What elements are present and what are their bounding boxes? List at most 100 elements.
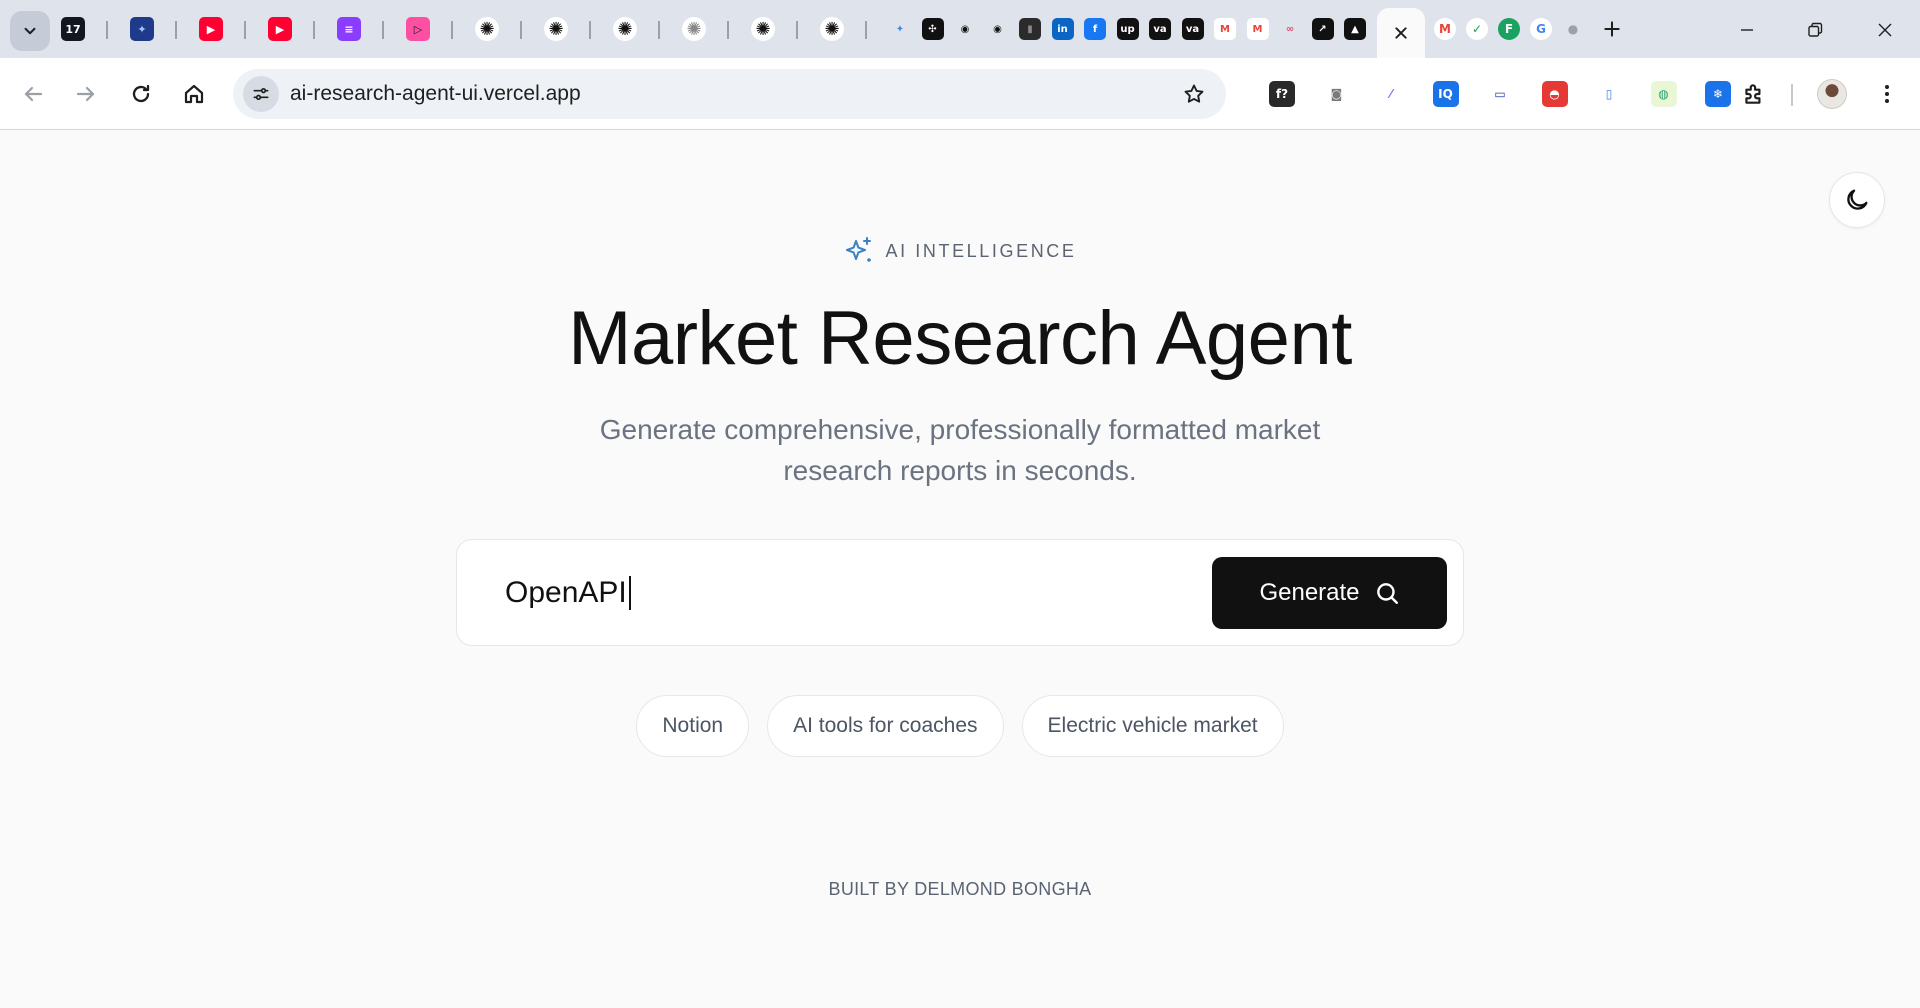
openai-icon: ✺: [751, 17, 775, 41]
pinned-tab[interactable]: M: [1242, 12, 1274, 46]
tune-icon: [253, 88, 269, 101]
pinned-tab[interactable]: ✦: [884, 12, 916, 46]
github-icon: ◉: [986, 18, 1009, 40]
site-info-button[interactable]: [243, 76, 279, 112]
new-tab-button[interactable]: [1597, 14, 1627, 44]
browser-tab[interactable]: ●: [1557, 12, 1589, 46]
browser-menu-button[interactable]: [1871, 78, 1903, 110]
close-icon[interactable]: [1393, 25, 1409, 41]
home-button[interactable]: [174, 74, 214, 114]
extension-button[interactable]: ◓: [1539, 78, 1571, 110]
openai-icon: ✺: [544, 17, 568, 41]
blue-app-icon: ✦: [130, 17, 154, 41]
extension-button[interactable]: IQ: [1430, 78, 1462, 110]
generate-button[interactable]: Generate: [1212, 557, 1447, 629]
browser-tab[interactable]: ✺: [746, 12, 780, 46]
profile-button[interactable]: [1816, 78, 1848, 110]
extensions-menu-button[interactable]: [1738, 78, 1770, 110]
browser-tab[interactable]: ✺: [470, 12, 504, 46]
pinned-tab[interactable]: va: [1144, 12, 1176, 46]
page-content: AI INTELLIGENCE Market Research Agent Ge…: [0, 131, 1920, 1008]
pinned-tab[interactable]: up: [1112, 12, 1144, 46]
pinned-tab[interactable]: ◉: [982, 12, 1014, 46]
vercel-icon: ▲: [1344, 18, 1366, 40]
forward-button[interactable]: [66, 74, 106, 114]
pinned-tab[interactable]: in: [1047, 12, 1079, 46]
phone-extension-icon: ▯: [1596, 81, 1622, 107]
pinned-tab[interactable]: ◉: [949, 12, 981, 46]
pinned-tab[interactable]: f: [1079, 12, 1111, 46]
bookmark-button[interactable]: [1180, 80, 1208, 108]
tab-separator: [106, 21, 108, 39]
tab-separator: [244, 21, 246, 39]
openai-icon: ✺: [820, 17, 844, 41]
upwork-icon: up: [1116, 18, 1139, 40]
va-icon: va: [1149, 18, 1171, 40]
openai-icon: ✺: [613, 17, 637, 41]
chevron-down-icon: [24, 27, 36, 35]
suggestion-chip[interactable]: Notion: [636, 695, 750, 757]
suggestion-chip[interactable]: AI tools for coaches: [767, 695, 1004, 757]
pinned-tab[interactable]: M: [1209, 12, 1241, 46]
browser-tab[interactable]: ✺: [539, 12, 573, 46]
extension-button[interactable]: ⁄: [1375, 78, 1407, 110]
tab-separator: [520, 21, 522, 39]
iq-extension-icon: IQ: [1432, 81, 1459, 107]
browser-tab[interactable]: F: [1493, 12, 1525, 46]
browser-tab[interactable]: ▷: [401, 12, 435, 46]
theme-toggle-button[interactable]: [1829, 172, 1885, 228]
url-text[interactable]: ai-research-agent-ui.vercel.app: [290, 82, 581, 106]
gemini-icon: ✦: [889, 18, 911, 40]
camera-icon: ◙: [1323, 81, 1350, 107]
pinned-tab[interactable]: ▲: [1339, 12, 1371, 46]
tab-separator: [796, 21, 798, 39]
address-bar[interactable]: ai-research-agent-ui.vercel.app: [233, 69, 1226, 119]
reload-button[interactable]: [121, 74, 161, 114]
browser-tab[interactable]: ✺: [815, 12, 849, 46]
extension-button[interactable]: ▭: [1484, 78, 1516, 110]
browser-tab[interactable]: ✺: [608, 12, 642, 46]
globe-extension-icon: ◍: [1650, 81, 1677, 107]
browser-tab[interactable]: ▶: [194, 12, 228, 46]
search-card: Generate: [456, 539, 1464, 646]
pinned-tab[interactable]: ∞: [1274, 12, 1306, 46]
tab-separator: [865, 21, 867, 39]
openai-icon: ✺: [682, 17, 706, 41]
restore-button[interactable]: [1792, 10, 1838, 50]
pinned-tab[interactable]: ▮: [1014, 12, 1046, 46]
tab-separator: [451, 21, 453, 39]
tab-search-button[interactable]: [10, 11, 50, 51]
eyebrow: AI INTELLIGENCE: [0, 235, 1920, 267]
extension-button[interactable]: ▯: [1593, 78, 1625, 110]
browser-tab[interactable]: ≡: [332, 12, 366, 46]
browser-tab[interactable]: G: [1525, 12, 1557, 46]
suggestion-chip[interactable]: Electric vehicle market: [1021, 695, 1284, 757]
browser-tab[interactable]: ✓: [1461, 12, 1493, 46]
browser-tab[interactable]: ✺: [677, 12, 711, 46]
research-topic-input[interactable]: [505, 568, 1205, 618]
tab-separator: [313, 21, 315, 39]
grey-circle-icon: ●: [1562, 18, 1584, 40]
browser-tab[interactable]: M: [1429, 12, 1461, 46]
active-tab[interactable]: [1377, 8, 1425, 58]
reload-icon: [132, 84, 150, 103]
generate-button-label: Generate: [1259, 579, 1360, 606]
back-button[interactable]: [13, 74, 53, 114]
minimize-button[interactable]: [1724, 10, 1770, 50]
pinned-tab[interactable]: ↗: [1307, 12, 1339, 46]
pinned-tab[interactable]: ✣: [917, 12, 949, 46]
extension-button[interactable]: ❄: [1702, 78, 1734, 110]
star-icon: [1184, 84, 1204, 103]
close-window-button[interactable]: [1862, 10, 1908, 50]
red-extension-icon: ◓: [1541, 81, 1568, 107]
browser-tab[interactable]: 17: [56, 12, 90, 46]
browser-tab[interactable]: ✦: [125, 12, 159, 46]
extension-button[interactable]: f?: [1266, 78, 1298, 110]
va-icon: va: [1181, 18, 1204, 40]
extension-button[interactable]: ◍: [1648, 78, 1680, 110]
extension-button[interactable]: ◙: [1321, 78, 1353, 110]
pinned-tab[interactable]: va: [1177, 12, 1209, 46]
moon-icon: [1847, 189, 1868, 210]
gmail-icon: M: [1214, 18, 1236, 40]
browser-tab[interactable]: ▶: [263, 12, 297, 46]
